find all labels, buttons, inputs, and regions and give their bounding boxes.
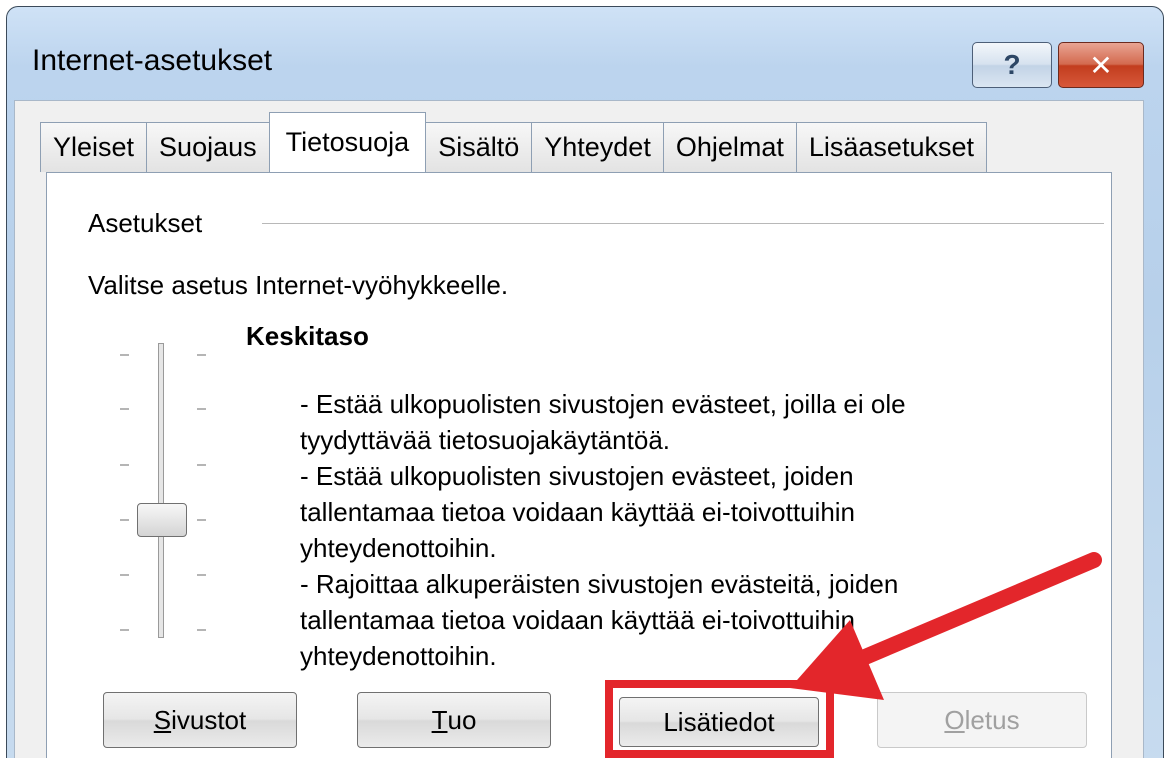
tab-strip: Yleiset Suojaus Tietosuoja Sisältö Yhtey… (40, 112, 987, 172)
import-button[interactable]: Tuo (357, 692, 551, 748)
slider-tick (120, 629, 129, 631)
tab-programs[interactable]: Ohjelmat (662, 122, 797, 172)
slider-tick (197, 464, 206, 466)
close-icon: ✕ (1089, 49, 1113, 81)
privacy-level-description: - Estää ulkopuolisten sivustojen evästee… (300, 389, 906, 671)
highlight-box (605, 680, 834, 758)
window-title: Internet-asetukset (32, 44, 273, 77)
tab-security[interactable]: Suojaus (146, 122, 270, 172)
help-button[interactable]: ? (972, 42, 1052, 88)
settings-group-label: Asetukset (88, 208, 203, 239)
question-mark-icon: ? (1003, 49, 1021, 80)
group-divider (262, 223, 1104, 224)
slider-tick (197, 519, 206, 521)
sites-button-label: ivustot (171, 704, 247, 735)
tab-privacy[interactable]: Tietosuoja (268, 112, 427, 172)
slider-tick (120, 354, 129, 356)
default-button-accel: O (944, 704, 965, 735)
slider-tick (197, 354, 206, 356)
import-button-accel: T (431, 704, 448, 735)
default-button: Oletus (877, 692, 1087, 748)
sites-button[interactable]: Sivustot (103, 692, 297, 748)
tab-content[interactable]: Sisältö (425, 122, 533, 172)
privacy-level-title: Keskitaso (246, 321, 369, 351)
zone-instruction: Valitse asetus Internet-vyöhykkeelle. (88, 270, 509, 300)
slider-tick (120, 464, 129, 466)
slider-tick (120, 408, 129, 410)
slider-tick (197, 408, 206, 410)
slider-tick (120, 574, 129, 576)
privacy-slider-track[interactable] (158, 343, 164, 638)
tab-general[interactable]: Yleiset (40, 122, 148, 172)
tab-advanced[interactable]: Lisäasetukset (795, 122, 987, 172)
slider-tick (197, 629, 206, 631)
import-button-label: uo (447, 704, 477, 735)
tab-connections[interactable]: Yhteydet (531, 122, 664, 172)
default-button-label: letus (964, 704, 1020, 735)
sites-button-accel: S (153, 704, 172, 735)
privacy-slider-thumb[interactable] (137, 503, 187, 537)
slider-tick (120, 519, 129, 521)
close-button[interactable]: ✕ (1058, 42, 1144, 88)
slider-tick (197, 574, 206, 576)
